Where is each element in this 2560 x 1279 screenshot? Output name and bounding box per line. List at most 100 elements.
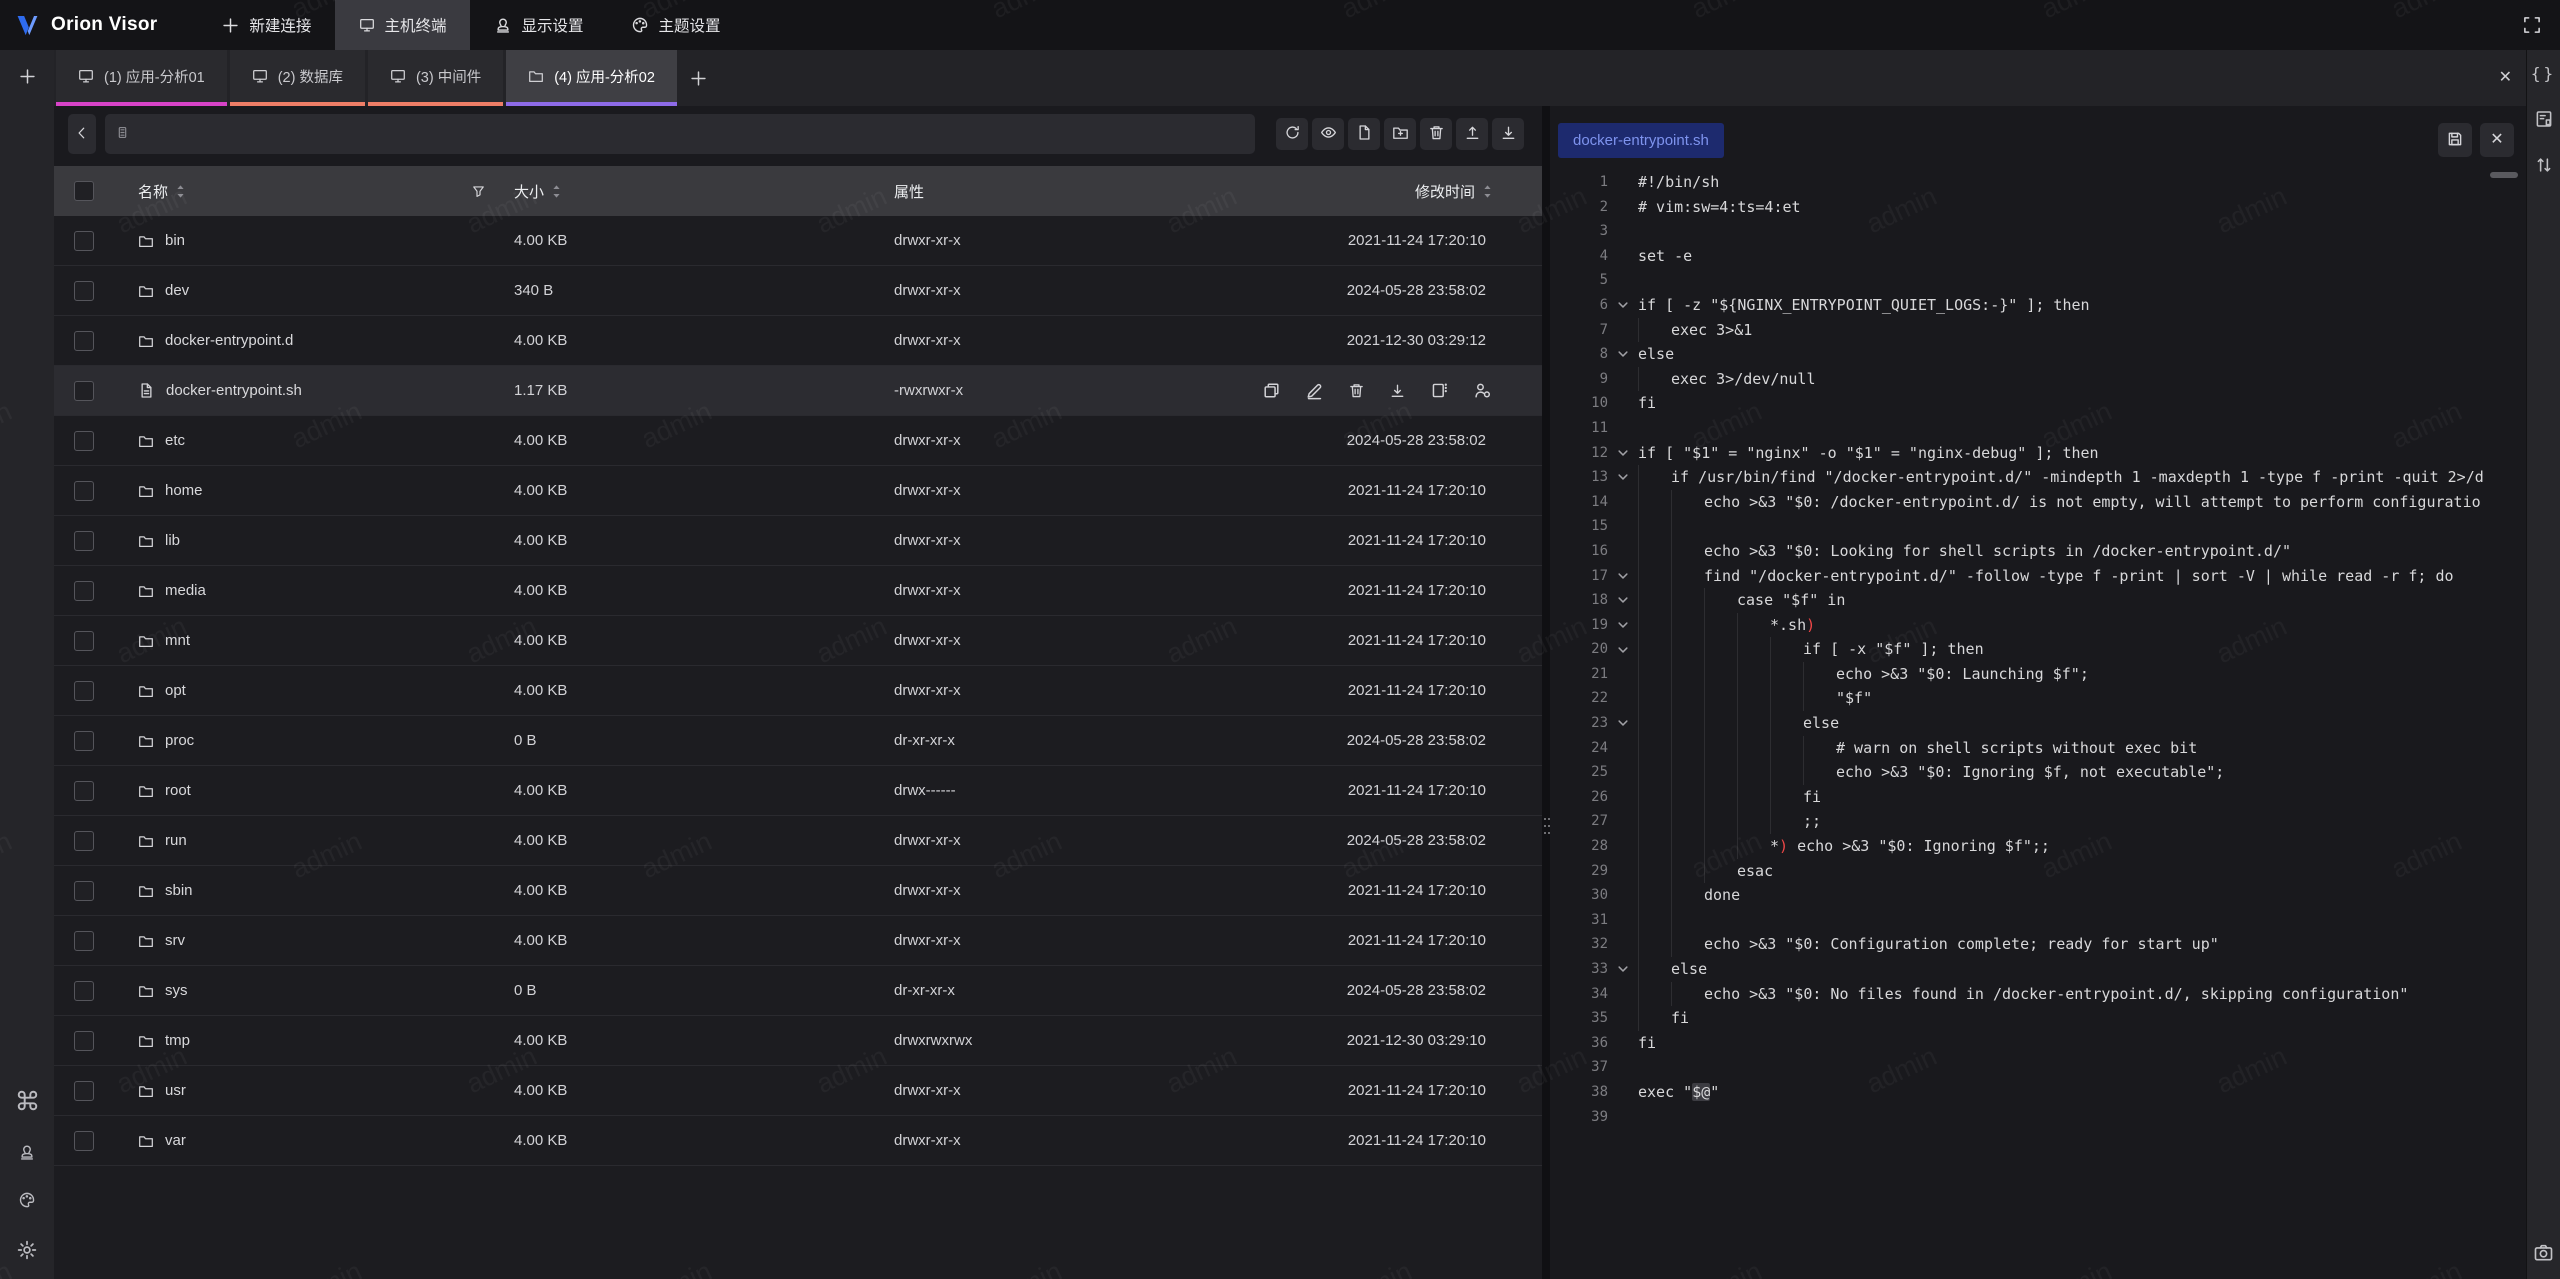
- preview-button[interactable]: [1312, 118, 1344, 150]
- display-icon[interactable]: [18, 1143, 36, 1161]
- download-button[interactable]: [1492, 118, 1524, 150]
- editor-scrollbar-thumb[interactable]: [2490, 172, 2518, 178]
- row-checkbox[interactable]: [74, 981, 94, 1001]
- row-checkbox[interactable]: [74, 331, 94, 351]
- row-checkbox[interactable]: [74, 1081, 94, 1101]
- table-row[interactable]: etc4.00 KBdrwxr-xr-x2024-05-28 23:58:02: [54, 416, 1542, 466]
- row-checkbox[interactable]: [74, 281, 94, 301]
- row-checkbox[interactable]: [74, 1131, 94, 1151]
- row-checkbox[interactable]: [74, 931, 94, 951]
- table-row[interactable]: sbin4.00 KBdrwxr-xr-x2021-11-24 17:20:10: [54, 866, 1542, 916]
- row-checkbox[interactable]: [74, 681, 94, 701]
- fold-chevron-icon[interactable]: [1608, 637, 1638, 662]
- table-row[interactable]: docker-entrypoint.sh1.17 KB-rwxrwxr-x: [54, 366, 1542, 416]
- table-row[interactable]: tmp4.00 KBdrwxrwxrwx2021-12-30 03:29:10: [54, 1016, 1542, 1066]
- terminal-tab[interactable]: (2) 数据库: [230, 50, 365, 106]
- row-checkbox[interactable]: [74, 531, 94, 551]
- fold-chevron-icon[interactable]: [1608, 588, 1638, 613]
- menu-item[interactable]: 新建连接: [197, 0, 335, 50]
- row-checkbox[interactable]: [74, 381, 94, 401]
- download-icon[interactable]: [1389, 382, 1406, 399]
- upload-button[interactable]: [1456, 118, 1488, 150]
- refresh-button[interactable]: [1276, 118, 1308, 150]
- table-row[interactable]: dev340 Bdrwxr-xr-x2024-05-28 23:58:02: [54, 266, 1542, 316]
- sort-icon[interactable]: [176, 184, 185, 199]
- save-button[interactable]: [2438, 123, 2472, 157]
- table-row[interactable]: var4.00 KBdrwxr-xr-x2021-11-24 17:20:10: [54, 1116, 1542, 1166]
- menu-item[interactable]: 主机终端: [335, 0, 470, 50]
- file-bookmark-icon[interactable]: [2534, 109, 2554, 129]
- terminal-tab[interactable]: (4) 应用-分析02: [506, 50, 677, 106]
- table-row[interactable]: run4.00 KBdrwxr-xr-x2024-05-28 23:58:02: [54, 816, 1542, 866]
- path-input[interactable]: [105, 114, 1255, 154]
- command-icon[interactable]: [15, 1088, 40, 1113]
- table-row[interactable]: root4.00 KBdrwx------2021-11-24 17:20:10: [54, 766, 1542, 816]
- row-checkbox[interactable]: [74, 481, 94, 501]
- row-checkbox[interactable]: [74, 631, 94, 651]
- delete-icon[interactable]: [1348, 382, 1365, 399]
- code-editor[interactable]: 1#!/bin/sh2# vim:sw=4:ts=4:et34set -e56i…: [1558, 170, 2526, 1279]
- back-button[interactable]: [68, 114, 96, 154]
- column-header-size[interactable]: 大小: [514, 181, 544, 202]
- table-row[interactable]: media4.00 KBdrwxr-xr-x2021-11-24 17:20:1…: [54, 566, 1542, 616]
- fold-chevron-icon[interactable]: [1608, 465, 1638, 490]
- fold-chevron-icon[interactable]: [1608, 957, 1638, 982]
- fullscreen-icon[interactable]: [2514, 7, 2550, 43]
- fold-chevron-icon[interactable]: [1608, 293, 1638, 318]
- code-line: 5: [1558, 268, 2526, 293]
- format-braces-icon[interactable]: {}: [2531, 64, 2556, 83]
- settings-icon[interactable]: [16, 1239, 38, 1261]
- row-checkbox[interactable]: [74, 731, 94, 751]
- menu-item[interactable]: 主题设置: [607, 0, 744, 50]
- terminal-tab[interactable]: (3) 中间件: [368, 50, 503, 106]
- table-row[interactable]: lib4.00 KBdrwxr-xr-x2021-11-24 17:20:10: [54, 516, 1542, 566]
- table-row[interactable]: srv4.00 KBdrwxr-xr-x2021-11-24 17:20:10: [54, 916, 1542, 966]
- table-row[interactable]: proc0 Bdr-xr-xr-x2024-05-28 23:58:02: [54, 716, 1542, 766]
- fold-chevron-icon[interactable]: [1608, 441, 1638, 466]
- fold-chevron-icon[interactable]: [1608, 342, 1638, 367]
- close-icon[interactable]: ✕: [2499, 70, 2512, 86]
- row-checkbox[interactable]: [74, 431, 94, 451]
- table-row[interactable]: opt4.00 KBdrwxr-xr-x2021-11-24 17:20:10: [54, 666, 1542, 716]
- row-checkbox[interactable]: [74, 781, 94, 801]
- select-all-checkbox[interactable]: [74, 181, 94, 201]
- terminal-tab[interactable]: (1) 应用-分析01: [56, 50, 227, 106]
- new-file-button[interactable]: [1348, 118, 1380, 150]
- menu-item[interactable]: 显示设置: [470, 0, 607, 50]
- row-checkbox[interactable]: [74, 881, 94, 901]
- filter-icon[interactable]: [471, 184, 486, 199]
- editor-file-tab[interactable]: docker-entrypoint.sh: [1558, 123, 1724, 158]
- add-tab-icon[interactable]: [677, 50, 721, 106]
- row-checkbox[interactable]: [74, 581, 94, 601]
- move-icon[interactable]: [1430, 381, 1449, 400]
- table-row[interactable]: sys0 Bdr-xr-xr-x2024-05-28 23:58:02: [54, 966, 1542, 1016]
- table-row[interactable]: home4.00 KBdrwxr-xr-x2021-11-24 17:20:10: [54, 466, 1542, 516]
- row-checkbox[interactable]: [74, 831, 94, 851]
- scroll-updown-icon[interactable]: [2534, 155, 2554, 175]
- close-editor-button[interactable]: ✕: [2480, 123, 2514, 157]
- permissions-icon[interactable]: [1473, 381, 1492, 400]
- table-row[interactable]: docker-entrypoint.d4.00 KBdrwxr-xr-x2021…: [54, 316, 1542, 366]
- table-row[interactable]: usr4.00 KBdrwxr-xr-x2021-11-24 17:20:10: [54, 1066, 1542, 1116]
- table-row[interactable]: mnt4.00 KBdrwxr-xr-x2021-11-24 17:20:10: [54, 616, 1542, 666]
- column-header-name[interactable]: 名称: [138, 181, 168, 202]
- row-attrs: drwxr-xr-x: [894, 482, 1244, 499]
- fold-chevron-icon[interactable]: [1608, 613, 1638, 638]
- fold-chevron-icon[interactable]: [1608, 564, 1638, 589]
- table-row[interactable]: bin4.00 KBdrwxr-xr-x2021-11-24 17:20:10: [54, 216, 1542, 266]
- sort-icon[interactable]: [1483, 184, 1492, 199]
- edit-icon[interactable]: [1305, 381, 1324, 400]
- theme-icon[interactable]: [18, 1191, 36, 1209]
- new-folder-button[interactable]: [1384, 118, 1416, 150]
- sort-icon[interactable]: [552, 184, 561, 199]
- new-terminal-icon[interactable]: [18, 67, 37, 86]
- row-checkbox[interactable]: [74, 1031, 94, 1051]
- fold-chevron-icon[interactable]: [1608, 711, 1638, 736]
- panel-resize-handle[interactable]: [1542, 106, 1550, 1279]
- copy-icon[interactable]: [1262, 381, 1281, 400]
- row-checkbox[interactable]: [74, 231, 94, 251]
- delete-button[interactable]: [1420, 118, 1452, 150]
- screenshot-icon[interactable]: [2533, 1242, 2554, 1263]
- column-header-modified[interactable]: 修改时间: [1415, 181, 1475, 202]
- brand-title: Orion Visor: [51, 14, 157, 36]
